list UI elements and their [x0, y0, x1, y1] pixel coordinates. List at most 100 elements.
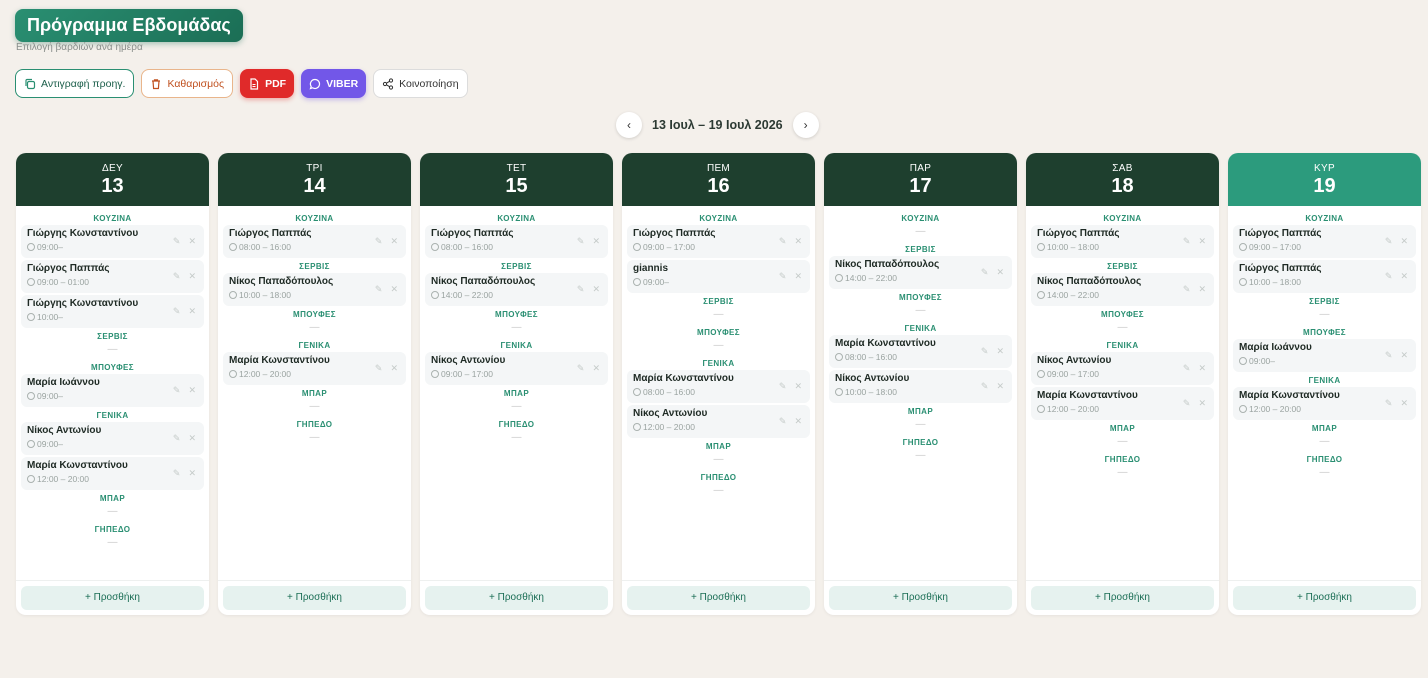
close-icon[interactable]: ✕ — [592, 236, 600, 247]
section-title: ΜΠΟΥΦΕΣ — [1101, 310, 1144, 319]
shift-card[interactable]: Νίκος Παπαδόπουλος 14:00 – 22:00 ✎ ✕ — [1031, 273, 1214, 306]
shift-card[interactable]: Μαρία Ιωάννου 09:00– ✎ ✕ — [21, 374, 204, 407]
close-icon[interactable]: ✕ — [996, 381, 1004, 392]
next-week-button[interactable]: › — [792, 112, 819, 138]
edit-icon[interactable]: ✎ — [375, 236, 383, 247]
shift-card[interactable]: Νίκος Αντωνίου 09:00– ✎ ✕ — [21, 422, 204, 455]
close-icon[interactable]: ✕ — [390, 236, 398, 247]
shift-card[interactable]: Μαρία Κωνσταντίνου 12:00 – 20:00 ✎ ✕ — [21, 457, 204, 490]
shift-card[interactable]: Μαρία Κωνσταντίνου 08:00 – 16:00 ✎ ✕ — [829, 335, 1012, 368]
edit-icon[interactable]: ✎ — [375, 284, 383, 295]
close-icon[interactable]: ✕ — [794, 416, 802, 427]
edit-icon[interactable]: ✎ — [577, 363, 585, 374]
add-shift-button[interactable]: + Προσθήκη — [425, 586, 608, 610]
shift-card[interactable]: Μαρία Κωνσταντίνου 08:00 – 16:00 ✎ ✕ — [627, 370, 810, 403]
close-icon[interactable]: ✕ — [188, 433, 196, 444]
edit-icon[interactable]: ✎ — [1385, 236, 1393, 247]
edit-icon[interactable]: ✎ — [1183, 363, 1191, 374]
edit-icon[interactable]: ✎ — [1183, 236, 1191, 247]
close-icon[interactable]: ✕ — [996, 346, 1004, 357]
edit-icon[interactable]: ✎ — [173, 236, 181, 247]
close-icon[interactable]: ✕ — [188, 468, 196, 479]
shift-card[interactable]: Γιώργης Κωνσταντίνου 10:00– ✎ ✕ — [21, 295, 204, 328]
close-icon[interactable]: ✕ — [1198, 236, 1206, 247]
shift-card[interactable]: Μαρία Ιωάννου 09:00– ✎ ✕ — [1233, 339, 1416, 372]
edit-icon[interactable]: ✎ — [375, 363, 383, 374]
add-shift-button[interactable]: + Προσθήκη — [1233, 586, 1416, 610]
shift-card[interactable]: Νίκος Αντωνίου 12:00 – 20:00 ✎ ✕ — [627, 405, 810, 438]
shift-card[interactable]: Γιώργος Παππάς 10:00 – 18:00 ✎ ✕ — [1233, 260, 1416, 293]
close-icon[interactable]: ✕ — [390, 284, 398, 295]
add-shift-button[interactable]: + Προσθήκη — [829, 586, 1012, 610]
close-icon[interactable]: ✕ — [794, 236, 802, 247]
add-shift-button[interactable]: + Προσθήκη — [21, 586, 204, 610]
close-icon[interactable]: ✕ — [794, 381, 802, 392]
add-shift-button[interactable]: + Προσθήκη — [223, 586, 406, 610]
edit-icon[interactable]: ✎ — [981, 346, 989, 357]
shift-card[interactable]: Γιώργος Παππάς 08:00 – 16:00 ✎ ✕ — [425, 225, 608, 258]
shift-card[interactable]: Γιώργος Παππάς 08:00 – 16:00 ✎ ✕ — [223, 225, 406, 258]
close-icon[interactable]: ✕ — [188, 385, 196, 396]
shift-card[interactable]: Μαρία Κωνσταντίνου 12:00 – 20:00 ✎ ✕ — [1233, 387, 1416, 420]
share-button[interactable]: Κοινοποίηση — [373, 69, 468, 98]
previous-week-button[interactable]: ‹ — [616, 112, 642, 138]
edit-icon[interactable]: ✎ — [173, 306, 181, 317]
chevron-left-icon: ‹ — [627, 118, 631, 132]
day-number: 17 — [909, 175, 932, 197]
close-icon[interactable]: ✕ — [1400, 236, 1408, 247]
close-icon[interactable]: ✕ — [1400, 398, 1408, 409]
edit-icon[interactable]: ✎ — [173, 271, 181, 282]
shift-card[interactable]: Γιώργης Κωνσταντίνου 09:00– ✎ ✕ — [21, 225, 204, 258]
edit-icon[interactable]: ✎ — [779, 381, 787, 392]
close-icon[interactable]: ✕ — [390, 363, 398, 374]
close-icon[interactable]: ✕ — [188, 236, 196, 247]
edit-icon[interactable]: ✎ — [981, 381, 989, 392]
shift-card[interactable]: Μαρία Κωνσταντίνου 12:00 – 20:00 ✎ ✕ — [1031, 387, 1214, 420]
edit-icon[interactable]: ✎ — [779, 416, 787, 427]
shift-card[interactable]: giannis 09:00– ✎ ✕ — [627, 260, 810, 293]
edit-icon[interactable]: ✎ — [173, 468, 181, 479]
edit-icon[interactable]: ✎ — [173, 433, 181, 444]
shift-card[interactable]: Νίκος Αντωνίου 09:00 – 17:00 ✎ ✕ — [425, 352, 608, 385]
edit-icon[interactable]: ✎ — [779, 271, 787, 282]
clock-icon — [835, 274, 843, 282]
edit-icon[interactable]: ✎ — [173, 385, 181, 396]
add-shift-button[interactable]: + Προσθήκη — [627, 586, 810, 610]
close-icon[interactable]: ✕ — [1198, 363, 1206, 374]
close-icon[interactable]: ✕ — [1400, 350, 1408, 361]
viber-button[interactable]: VIBER — [301, 69, 367, 98]
shift-card[interactable]: Νίκος Παπαδόπουλος 10:00 – 18:00 ✎ ✕ — [223, 273, 406, 306]
shift-card[interactable]: Γιώργος Παππάς 09:00 – 17:00 ✎ ✕ — [1233, 225, 1416, 258]
shift-card[interactable]: Νίκος Αντωνίου 10:00 – 18:00 ✎ ✕ — [829, 370, 1012, 403]
edit-icon[interactable]: ✎ — [981, 267, 989, 278]
edit-icon[interactable]: ✎ — [577, 284, 585, 295]
close-icon[interactable]: ✕ — [1198, 398, 1206, 409]
clear-button[interactable]: Καθαρισμός — [141, 69, 234, 98]
close-icon[interactable]: ✕ — [996, 267, 1004, 278]
edit-icon[interactable]: ✎ — [1183, 398, 1191, 409]
close-icon[interactable]: ✕ — [188, 306, 196, 317]
close-icon[interactable]: ✕ — [1198, 284, 1206, 295]
close-icon[interactable]: ✕ — [592, 284, 600, 295]
close-icon[interactable]: ✕ — [592, 363, 600, 374]
edit-icon[interactable]: ✎ — [577, 236, 585, 247]
shift-card[interactable]: Μαρία Κωνσταντίνου 12:00 – 20:00 ✎ ✕ — [223, 352, 406, 385]
close-icon[interactable]: ✕ — [188, 271, 196, 282]
edit-icon[interactable]: ✎ — [1385, 271, 1393, 282]
shift-card[interactable]: Γιώργος Παππάς 09:00 – 01:00 ✎ ✕ — [21, 260, 204, 293]
copy-previous-button[interactable]: Αντιγραφή προηγ. — [15, 69, 135, 98]
shift-time: 08:00 – 16:00 — [239, 242, 291, 252]
shift-card[interactable]: Νίκος Αντωνίου 09:00 – 17:00 ✎ ✕ — [1031, 352, 1214, 385]
shift-card[interactable]: Γιώργος Παππάς 09:00 – 17:00 ✎ ✕ — [627, 225, 810, 258]
edit-icon[interactable]: ✎ — [779, 236, 787, 247]
edit-icon[interactable]: ✎ — [1183, 284, 1191, 295]
edit-icon[interactable]: ✎ — [1385, 350, 1393, 361]
shift-card[interactable]: Γιώργος Παππάς 10:00 – 18:00 ✎ ✕ — [1031, 225, 1214, 258]
close-icon[interactable]: ✕ — [794, 271, 802, 282]
close-icon[interactable]: ✕ — [1400, 271, 1408, 282]
edit-icon[interactable]: ✎ — [1385, 398, 1393, 409]
shift-card[interactable]: Νίκος Παπαδόπουλος 14:00 – 22:00 ✎ ✕ — [425, 273, 608, 306]
add-shift-button[interactable]: + Προσθήκη — [1031, 586, 1214, 610]
shift-card[interactable]: Νίκος Παπαδόπουλος 14:00 – 22:00 ✎ ✕ — [829, 256, 1012, 289]
pdf-button[interactable]: PDF — [240, 69, 295, 98]
